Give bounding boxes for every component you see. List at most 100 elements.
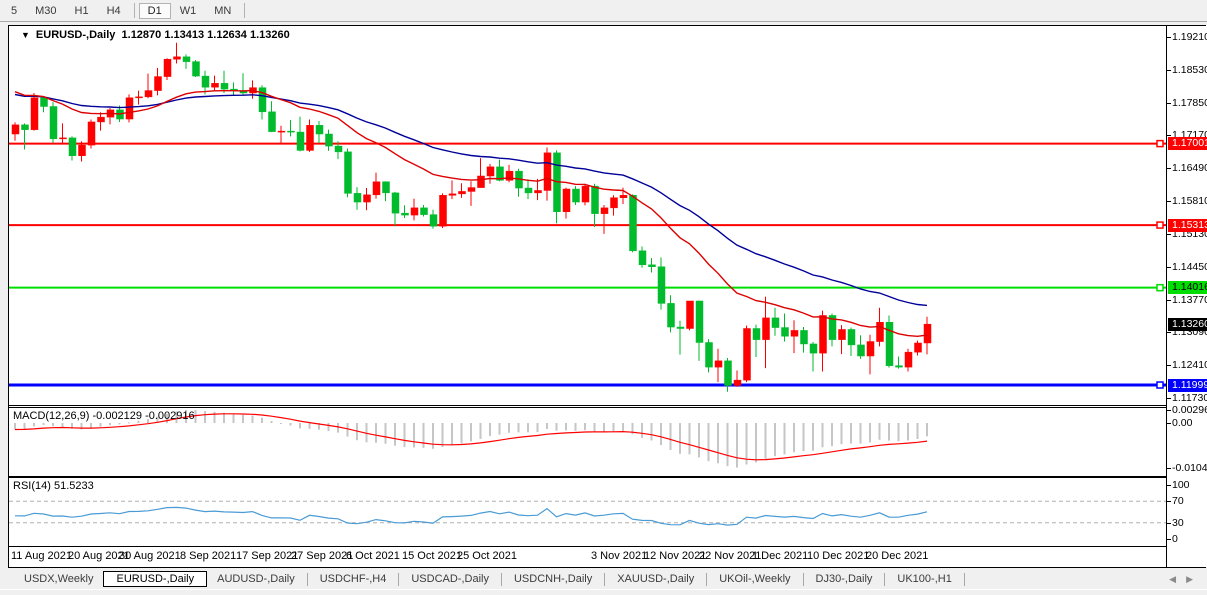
price-axis[interactable]: 1.192101.185301.178501.171701.164901.158…: [1166, 26, 1207, 567]
candle: [744, 326, 751, 382]
candle: [174, 43, 181, 64]
candle: [60, 123, 67, 143]
macd-histogram-bar: [461, 423, 463, 443]
timeframe-button-mn[interactable]: MN: [205, 3, 240, 19]
scroll-right-icon[interactable]: ▶: [1186, 574, 1193, 585]
current-price-label: 1.13260: [1168, 318, 1207, 331]
macd-histogram-bar: [793, 423, 795, 452]
macd-histogram-bar: [584, 423, 586, 430]
chart-tab-xauusd-daily[interactable]: XAUUSD-,Daily: [607, 571, 704, 587]
chart-tab-dj30-daily[interactable]: DJ30-,Daily: [806, 571, 883, 587]
rsi-name: RSI(14): [13, 480, 51, 492]
candle: [307, 120, 314, 152]
macd-histogram-bar: [233, 414, 235, 423]
candle: [753, 325, 760, 357]
macd-histogram-bar: [195, 410, 197, 423]
macd-histogram-bar: [518, 423, 520, 432]
date-label: 10 Dec 2021: [807, 550, 869, 562]
chart-tab-eurusd-daily[interactable]: EURUSD-,Daily: [103, 571, 207, 587]
timeframe-button-5[interactable]: 5: [2, 3, 26, 19]
timeframe-button-h1[interactable]: H1: [66, 3, 98, 19]
level-line-handle[interactable]: [1157, 222, 1163, 228]
collapse-triangle-icon[interactable]: ▼: [21, 30, 30, 40]
chart-tab-usdx-weekly[interactable]: USDX,Weekly: [14, 571, 103, 587]
axis-tick: [1167, 423, 1171, 424]
rsi-panel[interactable]: RSI(14) 51.5233: [9, 477, 1166, 547]
macd-histogram-bar: [347, 423, 349, 437]
macd-histogram-bar: [727, 423, 729, 466]
timeframe-button-d1[interactable]: D1: [139, 3, 171, 19]
chart-tab-usdchf-h4[interactable]: USDCHF-,H4: [310, 571, 397, 587]
axis-tick: [1167, 501, 1171, 502]
macd-histogram-bar: [774, 423, 776, 456]
date-label: 25 Oct 2021: [457, 550, 517, 562]
axis-tick: [1167, 468, 1171, 469]
candle: [687, 301, 694, 330]
price-chart-panel[interactable]: ▼EURUSD-,Daily 1.12870 1.13413 1.12634 1…: [9, 26, 1166, 406]
rsi-plot[interactable]: [9, 478, 1166, 546]
level-line-handle[interactable]: [1157, 141, 1163, 147]
candle: [421, 205, 428, 217]
tab-separator: [884, 573, 885, 586]
macd-histogram-bar: [119, 423, 121, 424]
rsi-label: RSI(14) 51.5233: [13, 480, 94, 492]
chart-tab-uk100-h1[interactable]: UK100-,H1: [887, 571, 961, 587]
axis-tick: [1167, 37, 1171, 38]
candle: [706, 339, 713, 372]
macd-histogram-bar: [803, 423, 805, 451]
macd-histogram-bar: [442, 423, 444, 447]
candle: [183, 54, 190, 68]
macd-histogram-bar: [755, 423, 757, 462]
candle: [354, 187, 361, 210]
date-label: 8 Sep 2021: [180, 550, 236, 562]
date-label: 30 Aug 2021: [119, 550, 181, 562]
macd-histogram-bar: [508, 423, 510, 433]
chart-tab-bar: USDX,WeeklyEURUSD-,DailyAUDUSD-,Daily USD…: [0, 569, 1207, 590]
chart-tab-usdcnh-daily[interactable]: USDCNH-,Daily: [504, 571, 602, 587]
candle: [345, 148, 352, 197]
macd-histogram-bar: [850, 423, 852, 444]
scroll-left-icon[interactable]: ◀: [1169, 574, 1176, 585]
macd-histogram-bar: [451, 423, 453, 445]
macd-histogram-bar: [90, 423, 92, 428]
price-axis-label: 1.16490: [1172, 162, 1207, 174]
candlestick-chart[interactable]: [9, 26, 1166, 404]
candle: [278, 126, 285, 144]
candle: [12, 122, 19, 140]
chart-tab-ukoil-weekly[interactable]: UKOil-,Weekly: [709, 571, 800, 587]
candle: [763, 297, 770, 368]
candle: [88, 120, 95, 149]
macd-histogram-bar: [869, 423, 871, 442]
rsi-axis-label: 0: [1172, 533, 1178, 545]
level-line-handle[interactable]: [1157, 285, 1163, 291]
candle: [677, 321, 684, 355]
date-label: 12 Nov 2021: [644, 550, 706, 562]
candle: [98, 112, 105, 130]
macd-histogram-bar: [309, 423, 311, 429]
macd-panel[interactable]: MACD(12,26,9) -0.002129 -0.002916: [9, 407, 1166, 477]
price-axis-label: 1.13770: [1172, 294, 1207, 306]
candle: [525, 179, 532, 199]
macd-histogram-bar: [841, 423, 843, 444]
chart-tab-usdcad-daily[interactable]: USDCAD-,Daily: [401, 571, 499, 587]
time-axis[interactable]: 11 Aug 202120 Aug 202130 Aug 20218 Sep 2…: [9, 547, 1166, 567]
macd-histogram-bar: [404, 423, 406, 447]
candle: [402, 205, 409, 218]
candle: [193, 60, 200, 77]
candle: [31, 93, 38, 131]
timeframe-button-m30[interactable]: M30: [26, 3, 65, 19]
candle: [107, 108, 114, 124]
macd-histogram-bar: [689, 423, 691, 454]
candle: [411, 199, 418, 221]
candle: [326, 130, 333, 151]
timeframe-button-h4[interactable]: H4: [98, 3, 130, 19]
level-price-label: 1.17001: [1168, 137, 1207, 150]
chart-tab-audusd-daily[interactable]: AUDUSD-,Daily: [207, 571, 305, 587]
rsi-value: 51.5233: [54, 480, 94, 492]
axis-tick: [1167, 300, 1171, 301]
timeframe-button-w1[interactable]: W1: [171, 3, 206, 19]
chart-title: ▼EURUSD-,Daily 1.12870 1.13413 1.12634 1…: [21, 29, 290, 41]
macd-axis-label: 0.002966: [1172, 404, 1207, 416]
date-label: 6 Oct 2021: [346, 550, 400, 562]
level-line-handle[interactable]: [1157, 382, 1163, 388]
